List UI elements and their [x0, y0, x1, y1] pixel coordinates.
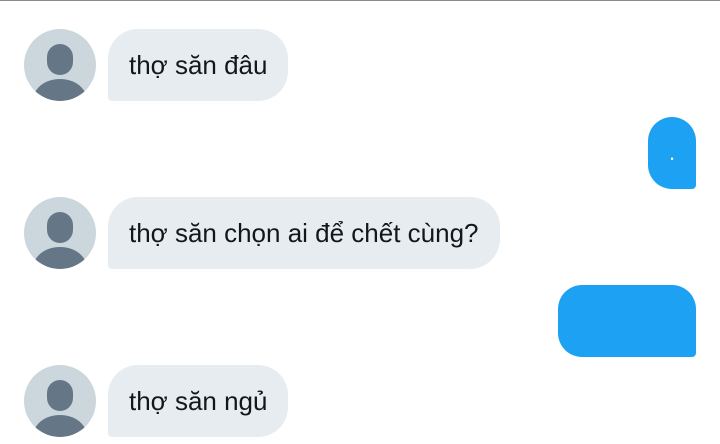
default-profile-icon — [32, 380, 88, 437]
outgoing-message-bubble[interactable] — [558, 285, 696, 357]
outgoing-message-bubble[interactable]: . — [648, 117, 696, 189]
top-divider — [0, 0, 720, 1]
incoming-message-bubble[interactable]: thợ săn đâu — [108, 29, 289, 101]
default-profile-icon — [32, 44, 88, 101]
incoming-message-bubble[interactable]: thợ săn chọn ai để chết cùng? — [108, 197, 500, 269]
message-text: thợ săn ngủ — [129, 385, 268, 416]
message-text: thợ săn đâu — [129, 49, 268, 80]
avatar[interactable] — [24, 29, 96, 101]
message-text: thợ săn chọn ai để chết cùng? — [129, 217, 479, 248]
default-profile-icon — [32, 212, 88, 269]
avatar[interactable] — [24, 365, 96, 437]
avatar[interactable] — [24, 197, 96, 269]
incoming-message-bubble[interactable]: thợ săn ngủ — [108, 365, 289, 437]
message-text: . — [668, 140, 676, 165]
